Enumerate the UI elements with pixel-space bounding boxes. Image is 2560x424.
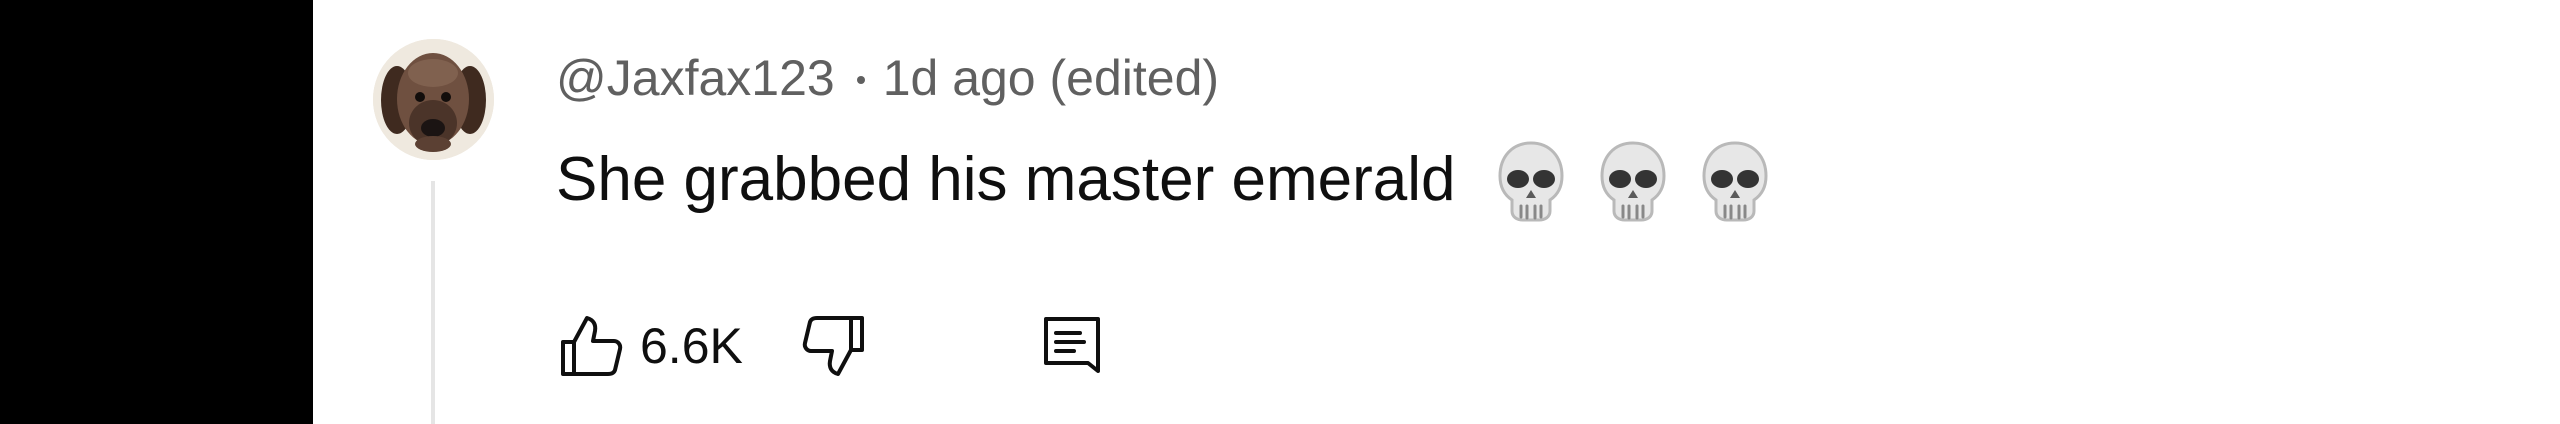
skull-emoji: [1697, 135, 1773, 223]
skull-emoji: [1493, 135, 1569, 223]
skull-emoji-group: [1493, 135, 1773, 223]
dislike-button[interactable]: [799, 311, 869, 381]
comment-author[interactable]: @Jaxfax123: [556, 49, 835, 107]
like-count: 6.6K: [640, 318, 743, 374]
avatar[interactable]: [373, 39, 494, 160]
reply-thread-line: [431, 181, 435, 424]
header-separator-dot: [856, 76, 865, 84]
comment-text-row: She grabbed his master emerald: [556, 141, 1773, 222]
comment-action-toolbar: 6.6K: [556, 310, 1107, 382]
left-black-bar: [0, 0, 313, 424]
comment-timestamp[interactable]: 1d ago (edited): [883, 49, 1219, 107]
like-button[interactable]: [556, 311, 626, 381]
comment-text: She grabbed his master emerald: [556, 144, 1456, 214]
dog-avatar-image: [373, 39, 494, 160]
comment-reply-icon: [1043, 317, 1100, 373]
thumbs-down-icon: [802, 316, 864, 376]
thumbs-up-icon: [561, 316, 623, 376]
skull-emoji: [1595, 135, 1671, 223]
comment-header: @Jaxfax123 1d ago (edited): [556, 46, 1219, 110]
reply-button[interactable]: [1037, 311, 1107, 381]
